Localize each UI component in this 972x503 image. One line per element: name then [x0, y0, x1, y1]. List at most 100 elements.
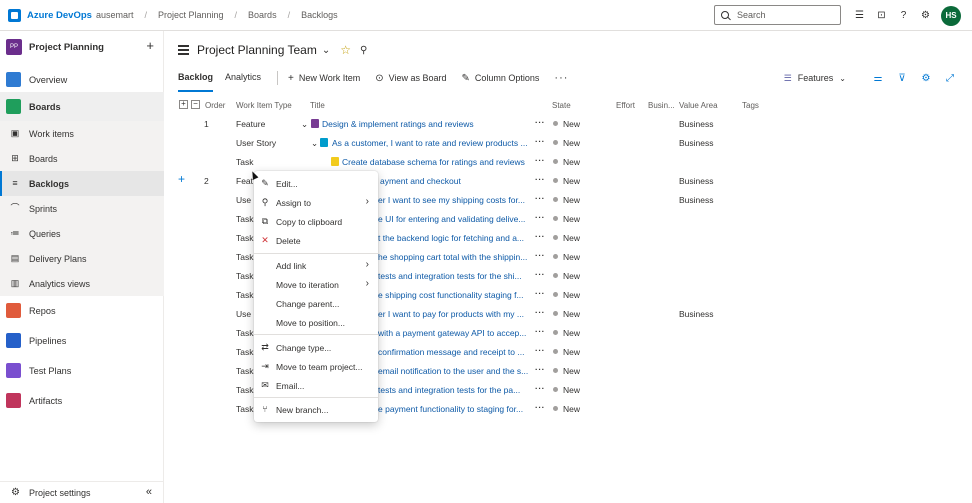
row-more-icon[interactable]: ···: [535, 269, 545, 279]
menu-item-move-to-position[interactable]: Move to position...: [254, 313, 378, 332]
column-header-effort[interactable]: Effort: [616, 101, 635, 110]
row-title[interactable]: e UI for entering and validating delive.…: [378, 214, 530, 224]
row-title[interactable]: t the backend logic for fetching and a..…: [378, 233, 530, 243]
avatar[interactable]: HS: [941, 6, 961, 26]
sidebar-item-work-items[interactable]: ▣ Work items: [0, 121, 164, 146]
row-more-icon[interactable]: ···: [535, 364, 545, 374]
sidebar-item-sprints[interactable]: ⌒ Sprints: [0, 196, 164, 221]
more-actions-icon[interactable]: ···: [554, 72, 568, 84]
row-more-icon[interactable]: ···: [535, 250, 545, 260]
user-settings-icon[interactable]: ⚙: [918, 8, 933, 23]
row-title[interactable]: with a payment gateway API to accep...: [378, 328, 530, 338]
menu-item-change-type[interactable]: ⇄ Change type...: [254, 338, 378, 357]
favorite-star-icon[interactable]: ☆: [340, 43, 351, 57]
row-more-icon[interactable]: ···: [535, 117, 545, 127]
row-more-icon[interactable]: ···: [535, 345, 545, 355]
menu-item-move-to-team-project[interactable]: ⇥ Move to team project...: [254, 357, 378, 376]
project-header[interactable]: PP Project Planning +: [6, 38, 158, 56]
collapse-sidebar-icon[interactable]: «: [146, 486, 152, 498]
table-row[interactable]: 1 Feature ⌄ Design & implement ratings a…: [170, 114, 960, 133]
column-header-value-area[interactable]: Value Area: [679, 101, 718, 110]
row-title[interactable]: er I want to pay for products with my ..…: [378, 309, 530, 319]
fullscreen-icon[interactable]: ⤢: [942, 73, 958, 84]
sidebar-item-boards-sub[interactable]: ⊞ Boards: [0, 146, 164, 171]
menu-item-email[interactable]: ✉ Email...: [254, 376, 378, 395]
tab-analytics[interactable]: Analytics: [225, 68, 261, 88]
row-more-icon[interactable]: ···: [535, 383, 545, 393]
table-row[interactable]: User Story ⌄ As a customer, I want to ra…: [170, 133, 960, 152]
sidebar-item-pipelines[interactable]: Pipelines: [0, 325, 164, 356]
row-title[interactable]: er I want to see my shipping costs for..…: [378, 195, 530, 205]
chevron-down-icon[interactable]: ⌄: [322, 45, 330, 56]
menu-item-copy-to-clipboard[interactable]: ⧉ Copy to clipboard: [254, 212, 378, 231]
row-more-icon[interactable]: ···: [535, 155, 545, 165]
row-title[interactable]: tests and integration tests for the shi.…: [378, 271, 530, 281]
row-title[interactable]: email notification to the user and the s…: [378, 366, 530, 376]
sidebar-item-overview[interactable]: Overview: [0, 67, 164, 92]
settings-icon[interactable]: ⚙: [918, 73, 934, 84]
expand-all-icon[interactable]: +: [179, 100, 188, 109]
chevron-down-icon[interactable]: ⌄: [311, 138, 318, 149]
menu-item-move-to-iteration[interactable]: Move to iteration ›: [254, 275, 378, 294]
row-more-icon[interactable]: ···: [535, 212, 545, 222]
sidebar-item-queries[interactable]: ≔ Queries: [0, 221, 164, 246]
column-header-business-value[interactable]: Busin...: [648, 101, 675, 110]
view-options-icon[interactable]: ⚌: [870, 73, 886, 84]
add-icon[interactable]: +: [146, 38, 154, 54]
menu-item-add-link[interactable]: Add link ›: [254, 256, 378, 275]
sidebar-item-project-settings[interactable]: ⚙ Project settings «: [0, 481, 164, 503]
sidebar-item-test-plans[interactable]: Test Plans: [0, 356, 164, 386]
row-more-icon[interactable]: ···: [535, 136, 545, 146]
team-members-icon[interactable]: ⚲: [360, 45, 367, 56]
search-box[interactable]: [714, 5, 841, 25]
row-title[interactable]: Create database schema for ratings and r…: [342, 157, 530, 167]
breadcrumb-project[interactable]: Project Planning: [158, 10, 224, 20]
breadcrumb-backlogs[interactable]: Backlogs: [301, 10, 338, 20]
row-more-icon[interactable]: ···: [535, 174, 545, 184]
backlog-level-selector[interactable]: ☰ Features ⌄: [784, 73, 846, 84]
row-more-icon[interactable]: ···: [535, 307, 545, 317]
sidebar-item-delivery-plans[interactable]: ▤ Delivery Plans: [0, 246, 164, 271]
search-input[interactable]: [737, 10, 837, 20]
row-more-icon[interactable]: ···: [535, 402, 545, 412]
column-header-tags[interactable]: Tags: [742, 101, 759, 110]
sidebar-item-artifacts[interactable]: Artifacts: [0, 386, 164, 416]
column-options-button[interactable]: ✎ Column Options: [461, 73, 539, 84]
menu-item-edit[interactable]: ✎ Edit...: [254, 174, 378, 193]
sidebar-item-analytics-views[interactable]: ▥ Analytics views: [0, 271, 164, 296]
row-title[interactable]: e shipping cost functionality staging f.…: [378, 290, 530, 300]
azure-devops-logo[interactable]: Azure DevOps: [8, 8, 92, 22]
row-more-icon[interactable]: ···: [535, 193, 545, 203]
help-icon[interactable]: ?: [896, 8, 911, 23]
marketplace-bag-icon[interactable]: ⊡: [874, 8, 889, 23]
sidebar-item-repos[interactable]: Repos: [0, 296, 164, 325]
sidebar-item-boards[interactable]: Boards: [0, 92, 164, 121]
menu-item-change-parent[interactable]: Change parent...: [254, 294, 378, 313]
new-work-item-button[interactable]: + New Work Item: [288, 73, 360, 84]
row-more-icon[interactable]: ···: [535, 288, 545, 298]
menu-item-assign-to[interactable]: ⚲ Assign to ›: [254, 193, 378, 212]
menu-item-delete[interactable]: ✕ Delete: [254, 231, 378, 250]
collapse-all-icon[interactable]: −: [191, 100, 200, 109]
row-title[interactable]: As a customer, I want to rate and review…: [332, 138, 530, 148]
row-title[interactable]: he shopping cart total with the shippin.…: [378, 252, 530, 262]
column-header-title[interactable]: Title: [310, 101, 325, 110]
sidebar-item-backlogs[interactable]: ≡ Backlogs: [0, 171, 164, 196]
filter-icon[interactable]: ⊽: [894, 73, 910, 84]
breadcrumb-org[interactable]: ausemart: [96, 10, 134, 20]
menu-item-new-branch[interactable]: ⑂ New branch...: [254, 400, 378, 419]
column-header-state[interactable]: State: [552, 101, 571, 110]
row-title[interactable]: e payment functionality to staging for..…: [378, 404, 530, 414]
table-row[interactable]: Task Create database schema for ratings …: [170, 152, 960, 171]
row-title[interactable]: tests and integration tests for the pa..…: [378, 385, 530, 395]
tab-backlog[interactable]: Backlog: [178, 68, 214, 92]
view-as-board-button[interactable]: ⊙ View as Board: [375, 73, 446, 84]
breadcrumb-boards[interactable]: Boards: [248, 10, 277, 20]
column-header-order[interactable]: Order: [205, 101, 225, 110]
add-child-plus-icon[interactable]: +: [178, 172, 185, 186]
task-list-icon[interactable]: ☰: [852, 8, 867, 23]
chevron-down-icon[interactable]: ⌄: [301, 119, 308, 130]
row-more-icon[interactable]: ···: [535, 231, 545, 241]
column-header-type[interactable]: Work Item Type: [236, 101, 292, 110]
row-more-icon[interactable]: ···: [535, 326, 545, 336]
